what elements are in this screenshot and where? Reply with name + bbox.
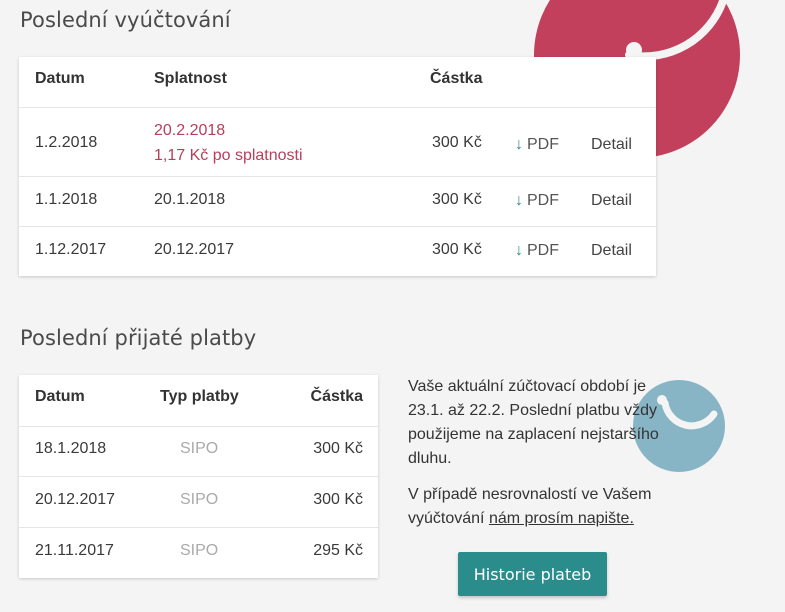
pdf-label: PDF <box>527 136 559 153</box>
invoice-date: 1.12.2017 <box>35 241 107 258</box>
contact-link[interactable]: nám prosím napište. <box>489 510 634 527</box>
payments-title: Poslední přijaté platby <box>20 326 257 350</box>
download-arrow-icon: ↓ <box>515 192 523 209</box>
payment-history-button[interactable]: Historie plateb <box>458 552 607 596</box>
payment-date: 21.11.2017 <box>35 542 114 559</box>
download-arrow-icon: ↓ <box>515 136 523 153</box>
payment-type: SIPO <box>180 542 219 559</box>
table-row: 21.11.2017 SIPO 295 Kč <box>19 527 378 579</box>
detail-link[interactable]: Detail <box>591 242 632 260</box>
table-row: 20.12.2017 SIPO 300 Kč <box>19 476 378 528</box>
payment-date: 20.12.2017 <box>35 491 116 508</box>
payment-amount: 300 Kč <box>313 440 363 457</box>
info-paragraph: Vaše aktuální zúčtovací období je 23.1. … <box>408 378 659 467</box>
table-row: 1.1.2018 20.1.2018 300 Kč ↓ PDF Detail <box>19 176 656 227</box>
invoice-amount: 300 Kč <box>432 191 482 208</box>
table-row: 1.2.2018 20.2.2018 1,17 Kč po splatnosti… <box>19 107 656 177</box>
payment-amount: 295 Kč <box>313 542 363 559</box>
billing-period-info: Vaše aktuální zúčtovací období je 23.1. … <box>408 375 676 531</box>
billing-title: Poslední vyúčtování <box>20 8 231 32</box>
invoice-amount: 300 Kč <box>432 134 482 151</box>
billing-header-date: Datum <box>35 70 85 87</box>
contact-paragraph: V případě nesrovnalostí ve Vašem vyúčtov… <box>408 483 676 531</box>
payments-header-type: Typ platby <box>160 388 239 405</box>
invoice-due-date: 20.1.2018 <box>154 191 226 208</box>
invoice-date: 1.1.2018 <box>35 191 98 208</box>
payments-header-date: Datum <box>35 388 85 405</box>
payment-type: SIPO <box>180 491 219 508</box>
table-row: 1.12.2017 20.12.2017 300 Kč ↓ PDF Detail <box>19 226 656 277</box>
billing-table: Datum Splatnost Částka 1.2.2018 20.2.201… <box>19 57 656 276</box>
invoice-due-date: 20.12.2017 <box>154 241 235 258</box>
pdf-label: PDF <box>527 242 559 259</box>
payment-date: 18.1.2018 <box>35 440 107 457</box>
invoice-overdue-note: 1,17 Kč po splatnosti <box>154 147 303 164</box>
billing-header-due: Splatnost <box>154 70 227 87</box>
billing-header-amount: Částka <box>430 70 483 87</box>
invoice-due-date: 20.2.2018 <box>154 122 226 139</box>
detail-link[interactable]: Detail <box>591 136 632 154</box>
pdf-download-link[interactable]: ↓ PDF <box>515 136 559 154</box>
pdf-download-link[interactable]: ↓ PDF <box>515 192 559 210</box>
payment-type: SIPO <box>180 440 219 457</box>
table-row: 18.1.2018 SIPO 300 Kč <box>19 426 378 477</box>
payments-header-amount: Částka <box>310 388 363 405</box>
download-arrow-icon: ↓ <box>515 242 523 259</box>
detail-link[interactable]: Detail <box>591 192 632 210</box>
payment-amount: 300 Kč <box>313 491 363 508</box>
pdf-label: PDF <box>527 192 559 209</box>
invoice-amount: 300 Kč <box>432 241 482 258</box>
payments-table: Datum Typ platby Částka 18.1.2018 SIPO 3… <box>19 375 378 578</box>
pdf-download-link[interactable]: ↓ PDF <box>515 242 559 260</box>
invoice-date: 1.2.2018 <box>35 134 98 151</box>
